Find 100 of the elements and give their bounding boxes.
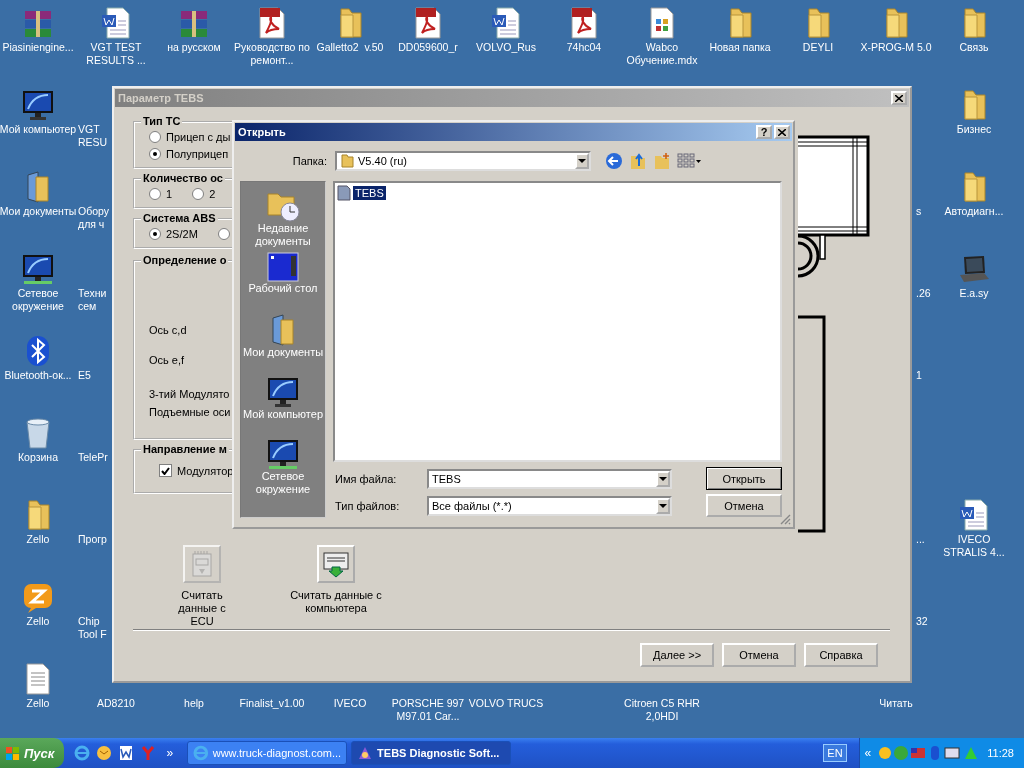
desktop-icon-label[interactable]: IVECO: [311, 697, 389, 710]
desktop-icon-label[interactable]: IVECO STRALIS 4...: [935, 533, 1013, 559]
desktop-icon-label[interactable]: Мои документы: [0, 205, 77, 218]
desktop-icon-label[interactable]: Zello: [0, 697, 77, 710]
cancel-button[interactable]: Отмена: [706, 494, 782, 517]
desktop-icon-label[interactable]: DEYLI: [779, 41, 857, 54]
desktop-icon-label[interactable]: Zello: [0, 615, 77, 628]
desktop-icon-label[interactable]: Связь: [935, 41, 1013, 54]
desktop-icon-label[interactable]: DD059600_r: [389, 41, 467, 54]
desktop-icon-label[interactable]: Piasiniengine...: [0, 41, 77, 54]
taskbar-button[interactable]: www.truck-diagnost.com...: [187, 741, 348, 765]
places-item[interactable]: Рабочий стол: [248, 252, 318, 310]
file-icon: [337, 185, 351, 201]
file-item[interactable]: TEBS: [353, 186, 386, 200]
desktop-icon-label[interactable]: 1: [914, 369, 922, 382]
radio-button[interactable]: [149, 187, 161, 200]
checkbox[interactable]: [159, 464, 172, 477]
desktop-icon-label[interactable]: VGT RESU: [76, 123, 110, 149]
archive-books-icon: [22, 9, 54, 39]
desktop-icon-label[interactable]: Обору для ч: [76, 205, 110, 231]
new-folder-icon[interactable]: [653, 152, 671, 170]
more-button[interactable]: »: [162, 746, 178, 760]
desktop-icon-label[interactable]: Корзина: [0, 451, 77, 464]
desktop-icon-label[interactable]: Руководство по ремонт...: [233, 41, 311, 67]
word-document-icon: [959, 499, 989, 531]
tray-expand-button[interactable]: «: [864, 746, 872, 760]
radio-label: 2S/2M: [166, 227, 198, 240]
clock: 11:28: [987, 747, 1014, 759]
desktop-icon-label[interactable]: E5: [76, 369, 91, 382]
desktop-icon-label[interactable]: TelePr: [76, 451, 108, 464]
desktop-icon-label[interactable]: Мой компьютер: [0, 123, 77, 136]
open-button[interactable]: Открыть: [706, 467, 782, 490]
places-item[interactable]: Сетевое окружение: [242, 438, 324, 496]
desktop-icon-label[interactable]: Новая папка: [701, 41, 779, 54]
language-indicator[interactable]: EN: [823, 744, 847, 762]
desktop-icon-label[interactable]: .26: [914, 287, 931, 300]
folder-clock-icon: [266, 190, 300, 222]
filename-field[interactable]: TEBS: [427, 468, 672, 489]
radio-button[interactable]: [149, 227, 161, 240]
desktop-icon-label[interactable]: Chip Tool F: [76, 615, 110, 641]
desktop-icon-label[interactable]: E.a.sy: [935, 287, 1013, 300]
radio-button[interactable]: [192, 187, 205, 200]
taskbar-button[interactable]: TEBS Diagnostic Soft...: [351, 741, 512, 765]
dialog-button[interactable]: Справка: [804, 643, 878, 667]
desktop-icon-label[interactable]: Zello: [0, 533, 77, 546]
desktop-icon-label[interactable]: help: [155, 697, 233, 710]
text-file-icon: [25, 663, 51, 695]
radio-label: 2: [209, 187, 216, 200]
envelope-circle-icon[interactable]: [96, 745, 113, 761]
desktop-icon-label[interactable]: VOLVO TRUCS: [467, 697, 545, 710]
desktop-icon-label[interactable]: ...: [914, 533, 925, 546]
desktop-icon-label[interactable]: Citroen C5 RHR 2,0HDI: [623, 697, 701, 723]
desktop-icon-label[interactable]: Bluetooth-ок...: [0, 369, 77, 382]
desktop-icon-label[interactable]: Автодиагн...: [935, 205, 1013, 218]
close-icon: [778, 128, 786, 136]
dialog-button[interactable]: Далее >>: [640, 643, 714, 667]
desktop-icon-label[interactable]: PORSCHE 997 M97.01 Car...: [389, 697, 467, 723]
view-menu-icon[interactable]: [677, 153, 701, 169]
desktop-icon-label[interactable]: VGT TEST RESULTS ...: [77, 41, 155, 67]
desktop-icon-label[interactable]: s: [914, 205, 922, 218]
desktop-icon-label[interactable]: 74hc04: [545, 41, 623, 54]
radio-button[interactable]: [217, 227, 230, 240]
desktop-icon-label[interactable]: 32: [914, 615, 928, 628]
desktop-icon-label[interactable]: X-PROG-M 5.0: [857, 41, 935, 54]
monitor-icon: [22, 253, 54, 285]
places-item[interactable]: Мои документы: [242, 314, 324, 372]
desktop-icon-label[interactable]: Бизнес: [935, 123, 1013, 136]
desktop-icon-label[interactable]: Прогр: [76, 533, 107, 546]
resize-grip-icon[interactable]: [780, 514, 791, 525]
desktop-icon-label[interactable]: Техни сем: [76, 287, 110, 313]
close-button[interactable]: [774, 125, 790, 139]
browser-e-icon[interactable]: [74, 745, 91, 761]
file-type-dropdown[interactable]: Все файлы (*.*): [427, 495, 672, 516]
desktop-icon-label[interactable]: Finalist_v1.00: [233, 697, 311, 710]
desktop-icon-label[interactable]: Galletto2 v.50: [311, 41, 389, 54]
monitor-icon: [267, 376, 299, 408]
word-document-icon: [101, 7, 131, 39]
folder-label: Папка:: [291, 155, 328, 167]
desktop-icon-label[interactable]: Wabco Обучение.mdx: [623, 41, 701, 67]
word-icon[interactable]: [118, 745, 135, 761]
folder-up-icon[interactable]: [629, 152, 647, 170]
field-label: Ось e,f: [149, 354, 186, 366]
desktop-icon-label[interactable]: на русском: [155, 41, 233, 54]
close-button[interactable]: [891, 91, 907, 105]
desktop-icon-label[interactable]: AD8210: [77, 697, 155, 710]
desktop-icon-label[interactable]: Читать: [857, 697, 935, 710]
places-item[interactable]: Мой компьютер: [242, 376, 324, 434]
desktop-icon-label[interactable]: Сетевое окружение: [0, 287, 77, 313]
file-type-label: Тип файлов:: [334, 499, 401, 512]
radio-label: Прицеп с ды: [166, 130, 231, 143]
dialog-button[interactable]: Отмена: [722, 643, 796, 667]
folder-dropdown[interactable]: V5.40 (ru): [335, 151, 591, 171]
help-button[interactable]: ?: [756, 125, 772, 139]
documents-folder-icon: [269, 314, 297, 346]
read-data-button[interactable]: Считать данные с компьютера: [288, 545, 384, 629]
desktop-icon-label[interactable]: VOLVO_Rus: [467, 41, 545, 54]
radio-button[interactable]: [149, 147, 161, 160]
start-button[interactable]: Пуск: [0, 738, 65, 768]
radio-button[interactable]: [149, 130, 161, 143]
places-item[interactable]: Недавние документы: [242, 190, 324, 248]
